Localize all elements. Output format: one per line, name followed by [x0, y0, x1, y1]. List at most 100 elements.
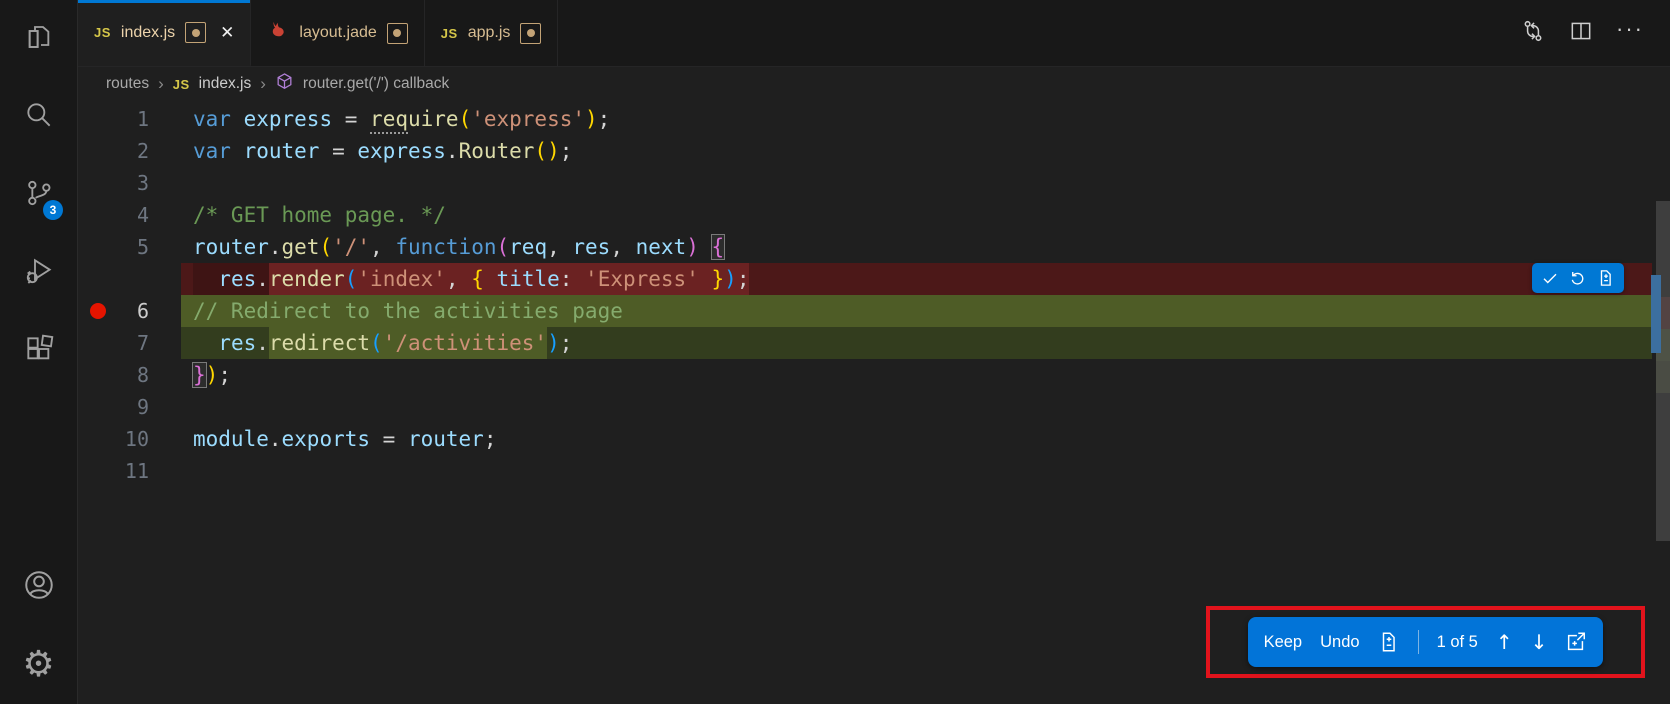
change-counter: 1 of 5 [1437, 633, 1478, 652]
sidebar-item-extensions[interactable] [0, 312, 77, 390]
open-changes-icon[interactable] [1520, 18, 1546, 49]
tab-index-js[interactable]: JS index.js ✕ [78, 0, 251, 66]
gutter[interactable]: 11 [78, 455, 181, 487]
undo-button[interactable]: Undo [1320, 633, 1359, 652]
editor-actions: ··· [1520, 0, 1670, 66]
annotation-highlight-box: Keep Undo 1 of 5 ↑ ↓ [1206, 606, 1645, 678]
code-line[interactable]: 3 [78, 167, 1670, 199]
copilot-edits-toolbar: Keep Undo 1 of 5 ↑ ↓ [1248, 617, 1604, 667]
more-actions-icon[interactable]: ··· [1616, 29, 1644, 37]
symbol-cube-icon [275, 72, 294, 96]
vertical-scrollbar[interactable] [1656, 135, 1670, 704]
line-number: 7 [137, 331, 149, 355]
code-line-content[interactable]: }); [181, 359, 1652, 391]
code-line-content[interactable] [181, 455, 1652, 487]
keep-button[interactable]: Keep [1264, 633, 1303, 652]
overview-edit-decoration [1651, 275, 1661, 353]
gutter[interactable]: 7 [78, 327, 181, 359]
sidebar-item-run-debug[interactable] [0, 234, 77, 312]
gutter[interactable] [78, 263, 181, 295]
code-line-content[interactable] [181, 391, 1652, 423]
tab-label: index.js [121, 24, 175, 42]
tabbar-empty-space [558, 0, 1520, 66]
gutter[interactable]: 2 [78, 135, 181, 167]
code-line-content[interactable] [181, 167, 1652, 199]
jade-icon [267, 20, 289, 47]
gutter[interactable]: 5 [78, 231, 181, 263]
code-line[interactable]: 2 var router = express.Router(); [78, 135, 1670, 167]
line-number: 11 [125, 459, 149, 483]
close-icon[interactable]: ✕ [220, 23, 234, 43]
javascript-icon: JS [94, 25, 111, 40]
activity-bar: 3 ⚙ [0, 0, 78, 704]
settings-button[interactable]: ⚙ [0, 626, 77, 704]
breadcrumb-symbol[interactable]: router.get('/') callback [303, 75, 449, 93]
tab-label: app.js [468, 24, 511, 42]
code-line[interactable]: 4 /* GET home page. */ [78, 199, 1670, 231]
sidebar-item-explorer[interactable] [0, 0, 77, 78]
tab-label: layout.jade [299, 24, 376, 42]
modified-indicator-icon[interactable] [520, 23, 541, 44]
code-line-content[interactable]: var express = require('express'); [181, 103, 1652, 135]
gutter[interactable]: 1 [78, 103, 181, 135]
search-icon [23, 99, 55, 136]
breakpoint-icon[interactable] [90, 303, 106, 319]
code-line[interactable]: 8}); [78, 359, 1670, 391]
sidebar-item-source-control[interactable]: 3 [0, 156, 77, 234]
vscode-window: 3 ⚙ [0, 0, 1670, 704]
toolbar-divider [1418, 630, 1419, 654]
code-line-content[interactable]: // Redirect to the activities page [181, 295, 1652, 327]
code-line-content[interactable]: module.exports = router; [181, 423, 1652, 455]
code-line[interactable]: 6 // Redirect to the activities page [78, 295, 1670, 327]
next-change-icon[interactable]: ↓ [1531, 630, 1548, 654]
code-line-content[interactable]: res.redirect('/activities'); [181, 327, 1652, 359]
gutter[interactable]: 6 [78, 295, 181, 327]
code-line-content[interactable]: var router = express.Router(); [181, 135, 1652, 167]
scrollbar-slider[interactable] [1656, 201, 1670, 541]
files-icon [23, 21, 55, 58]
keep-all-file-icon[interactable] [1378, 631, 1400, 653]
code-line[interactable]: 7 res.redirect('/activities'); [78, 327, 1670, 359]
modified-indicator-icon[interactable] [387, 23, 408, 44]
code-line[interactable]: 11 [78, 455, 1670, 487]
code-line[interactable]: 1var express = require('express'); [78, 103, 1670, 135]
source-control-badge: 3 [43, 200, 63, 220]
go-to-file-icon[interactable] [1594, 266, 1618, 290]
chevron-right-icon: › [158, 74, 164, 94]
code-line-content[interactable]: /* GET home page. */ [181, 199, 1652, 231]
line-number: 4 [137, 203, 149, 227]
gear-icon: ⚙ [22, 647, 54, 683]
line-number: 2 [137, 139, 149, 163]
modified-indicator-icon[interactable] [185, 22, 206, 43]
line-number: 3 [137, 171, 149, 195]
line-number: 9 [137, 395, 149, 419]
accounts-button[interactable] [0, 548, 77, 626]
discard-change-icon[interactable] [1566, 266, 1590, 290]
tab-layout-jade[interactable]: layout.jade [251, 0, 424, 66]
split-editor-icon[interactable] [1568, 18, 1594, 49]
gutter[interactable]: 3 [78, 167, 181, 199]
breadcrumb: routes › JS index.js › router.get('/') c… [78, 67, 1670, 101]
view-all-edits-icon[interactable] [1565, 631, 1587, 653]
code-line[interactable]: 5router.get('/', function(req, res, next… [78, 231, 1670, 263]
tab-app-js[interactable]: JS app.js [425, 0, 559, 66]
code-line[interactable]: 9 [78, 391, 1670, 423]
gutter[interactable]: 10 [78, 423, 181, 455]
sidebar-item-search[interactable] [0, 78, 77, 156]
line-number: 8 [137, 363, 149, 387]
extensions-icon [23, 333, 55, 370]
gutter[interactable]: 9 [78, 391, 181, 423]
breadcrumb-file[interactable]: index.js [199, 75, 252, 93]
tab-bar: JS index.js ✕ layout.jade JS app.js [78, 0, 1670, 67]
gutter[interactable]: 8 [78, 359, 181, 391]
code-lines: 1var express = require('express'); 2 var r… [78, 101, 1670, 487]
code-line-content[interactable]: res.render('index', { title: 'Express' }… [181, 263, 1652, 295]
code-line[interactable]: 10module.exports = router; [78, 423, 1670, 455]
breadcrumb-folder[interactable]: routes [106, 75, 149, 93]
accept-change-icon[interactable] [1538, 266, 1562, 290]
code-line-content[interactable]: router.get('/', function(req, res, next)… [181, 231, 1652, 263]
code-line[interactable]: res.render('index', { title: 'Express' }… [78, 263, 1670, 295]
line-number: 6 [137, 299, 149, 323]
previous-change-icon[interactable]: ↑ [1496, 630, 1513, 654]
gutter[interactable]: 4 [78, 199, 181, 231]
